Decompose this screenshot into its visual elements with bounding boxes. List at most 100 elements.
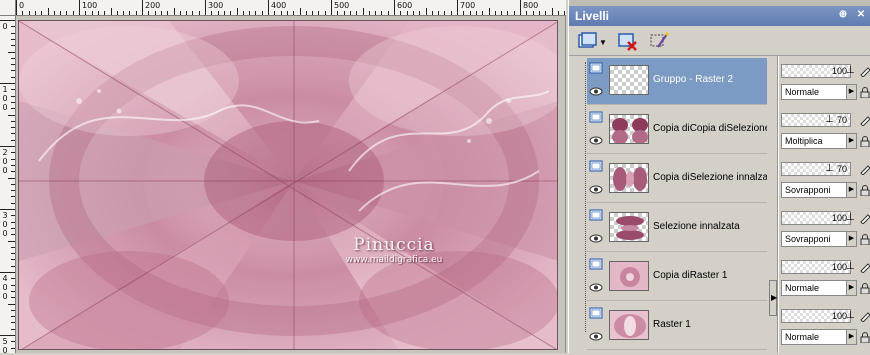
opacity-slider-thumb[interactable]: ⊥ [846,310,855,321]
lock-icon[interactable] [859,233,870,245]
ruler-tick [11,164,15,166]
blend-mode-select[interactable]: Normale ▶ [781,329,857,345]
layer-thumbnail [609,114,649,144]
blend-mode-select[interactable]: Normale ▶ [781,280,857,296]
layers-palette: Livelli ⊕ ✕ ▼ ▶ Gruppo - Raster 2 100 ⊥ … [568,0,870,353]
pen-lock-icon[interactable] [859,261,870,273]
layer-row[interactable]: Raster 1 [587,303,767,350]
opacity-slider[interactable]: 70 ⊥ [781,162,851,176]
chevron-right-icon[interactable]: ▶ [846,330,856,344]
blend-mode-select[interactable]: Normale ▶ [781,84,857,100]
ruler-tick [8,114,15,116]
chevron-right-icon[interactable]: ▶ [846,85,856,99]
watermark-name: Pinuccia [353,235,435,255]
ruler-tick [11,45,15,47]
layer-row[interactable]: Copia diSelezione innalzata [587,156,767,203]
opacity-slider-thumb[interactable]: ⊥ [846,261,855,272]
ruler-tick [11,196,15,198]
ruler-tick [8,51,15,53]
lock-icon[interactable] [859,331,870,343]
pin-icon[interactable]: ⊕ [837,9,849,21]
ruler-tick [11,133,15,135]
layer-properties: 100 ⊥ Sovrapponi ▶ [779,205,870,252]
eye-icon[interactable] [589,185,603,194]
layer-row[interactable]: Gruppo - Raster 2 [587,58,767,105]
layer-row[interactable]: Copia diRaster 1 [587,254,767,301]
layers-scroll-handle[interactable]: ▶ [769,280,777,316]
ruler-tick [375,11,377,15]
ruler-tick [526,11,528,15]
image-canvas[interactable]: Pinuccia www.maildigrafica.eu [18,20,558,350]
blend-mode-select[interactable]: Moltiplica ▶ [781,133,857,149]
lock-icon[interactable] [859,184,870,196]
eye-icon[interactable] [589,283,603,292]
ruler-tick [11,158,15,160]
ruler-label: 700 [460,1,476,10]
artwork-image [19,21,557,349]
ruler-tick [11,234,15,236]
chevron-right-icon[interactable]: ▶ [846,232,856,246]
layer-properties: 70 ⊥ Moltiplica ▶ [779,107,870,154]
lock-icon[interactable] [859,86,870,98]
eye-icon[interactable] [589,136,603,145]
pen-lock-icon[interactable] [859,310,870,322]
layer-name: Copia diCopia diSelezione in [653,123,767,134]
chevron-right-icon[interactable]: ▶ [846,281,856,295]
new-mask-button[interactable] [647,30,671,52]
ruler-tick [400,11,402,15]
palette-title-bar[interactable]: Livelli ⊕ ✕ [569,6,870,26]
raster-layer-icon [589,111,603,123]
ruler-label: 4 0 0 [2,274,8,301]
opacity-slider[interactable]: 70 ⊥ [781,113,851,127]
lock-icon[interactable] [859,135,870,147]
chevron-right-icon[interactable]: ▶ [846,183,856,197]
opacity-slider-thumb[interactable]: ⊥ [825,114,834,125]
opacity-slider[interactable]: 100 ⊥ [781,64,855,78]
new-layer-button[interactable] [575,30,599,52]
ruler-tick [368,11,370,15]
ruler-tick [85,11,87,15]
opacity-slider-thumb[interactable]: ⊥ [846,212,855,223]
eye-icon[interactable] [589,87,603,96]
eye-icon[interactable] [589,332,603,341]
chevron-right-icon[interactable]: ▶ [846,134,856,148]
layer-row[interactable]: Selezione innalzata [587,205,767,252]
opacity-slider-thumb[interactable]: ⊥ [846,65,855,76]
ruler-tick [91,11,93,15]
layer-row[interactable]: Copia diCopia diSelezione in [587,107,767,154]
ruler-tick [412,11,414,15]
opacity-slider[interactable]: 100 ⊥ [781,211,855,225]
ruler-label: 600 [397,1,413,10]
close-icon[interactable]: ✕ [855,9,867,21]
ruler-tick [293,11,295,15]
ruler-tick [318,11,320,15]
delete-layer-button[interactable] [615,30,639,52]
ruler-tick [488,8,490,15]
ruler-tick [11,309,15,311]
ruler-tick [28,11,30,15]
ruler-tick [513,11,515,15]
lock-icon[interactable] [859,282,870,294]
blend-mode-select[interactable]: Sovrapponi ▶ [781,231,857,247]
ruler-tick [501,11,503,15]
ruler-tick [425,8,427,15]
ruler-tick [406,11,408,15]
ruler-label: 2 0 0 [2,148,8,175]
opacity-slider-thumb[interactable]: ⊥ [825,163,834,174]
opacity-slider[interactable]: 100 ⊥ [781,309,855,323]
ruler-tick [236,8,238,15]
pen-lock-icon[interactable] [859,212,870,224]
pen-lock-icon[interactable] [859,114,870,126]
ruler-tick [343,11,345,15]
ruler-tick [223,11,225,15]
eye-icon[interactable] [589,234,603,243]
ruler-tick [438,11,440,15]
chevron-down-icon[interactable]: ▼ [599,38,607,47]
blend-mode-select[interactable]: Sovrapponi ▶ [781,182,857,198]
pen-lock-icon[interactable] [859,163,870,175]
opacity-slider[interactable]: 100 ⊥ [781,260,855,274]
layer-name: Copia diSelezione innalzata [653,172,767,183]
pen-lock-icon[interactable] [859,65,870,77]
layer-properties: 100 ⊥ Normale ▶ [779,303,870,350]
ruler-tick [22,11,24,15]
